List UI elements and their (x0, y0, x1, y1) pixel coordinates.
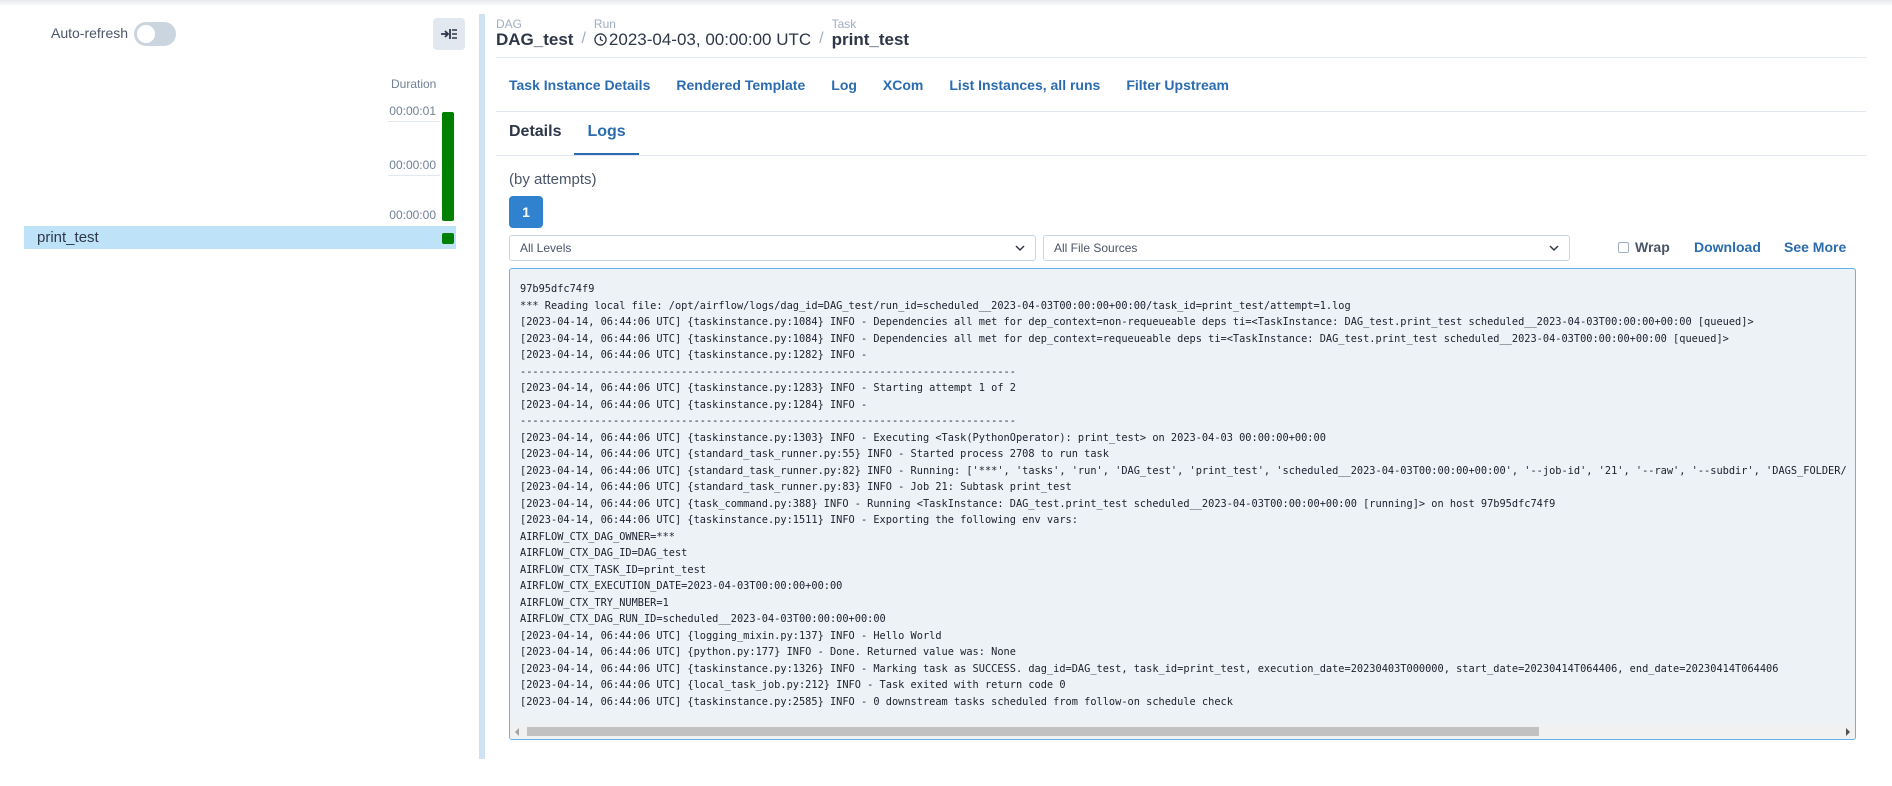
file-source-value: All File Sources (1054, 241, 1138, 255)
log-line: [2023-04-14, 06:44:06 UTC] {taskinstance… (520, 349, 874, 361)
log-line: [2023-04-14, 06:44:06 UTC] {taskinstance… (520, 662, 1779, 675)
horizontal-scrollbar[interactable] (510, 724, 1855, 739)
log-line: AIRFLOW_CTX_TASK_ID=print_test (520, 563, 706, 576)
log-line: AIRFLOW_CTX_DAG_ID=DAG_test (520, 547, 688, 559)
log-level-value: All Levels (520, 241, 572, 255)
file-source-select[interactable]: All File Sources (1043, 235, 1570, 261)
scrollbar-thumb[interactable] (527, 727, 1539, 736)
duration-gridline (388, 121, 440, 122)
collapse-details-button[interactable] (433, 18, 465, 50)
duration-tick: 00:00:00 (389, 158, 436, 172)
breadcrumb-dag[interactable]: DAG DAG_test (496, 14, 573, 50)
scroll-right-icon[interactable] (1846, 728, 1850, 736)
link-filter-upstream[interactable]: Filter Upstream (1126, 77, 1229, 93)
link-list-instances[interactable]: List Instances, all runs (949, 77, 1100, 93)
detail-tabs: Details Logs (496, 113, 639, 155)
attempt-1-button[interactable]: 1 (509, 196, 543, 228)
duration-tick: 00:00:00 (389, 208, 436, 222)
log-line: [2023-04-14, 06:44:06 UTC] {standard_tas… (520, 481, 1072, 493)
wrap-checkbox[interactable] (1618, 242, 1629, 253)
toggle-knob (137, 25, 155, 43)
collapse-arrow-icon (441, 29, 457, 39)
log-line: [2023-04-14, 06:44:06 UTC] {logging_mixi… (520, 629, 942, 642)
breadcrumb-dag-value: DAG_test (496, 30, 574, 49)
log-line: [2023-04-14, 06:44:06 UTC] {taskinstance… (520, 332, 1729, 345)
log-line: AIRFLOW_CTX_DAG_RUN_ID=scheduled__2023-0… (520, 613, 886, 625)
attempts-label: (by attempts) (509, 171, 597, 188)
grid-panel: Auto-refresh Duration 00:00:01 00:00:00 … (0, 0, 470, 760)
log-line: AIRFLOW_CTX_EXECUTION_DATE=2023-04-03T00… (520, 580, 843, 592)
scroll-left-icon[interactable] (515, 728, 519, 736)
log-line: ----------------------------------------… (520, 415, 1016, 427)
breadcrumb: DAG DAG_test / Run 2023-04-03, 00:00:00 … (496, 14, 909, 54)
log-line: *** Reading local file: /opt/airflow/log… (520, 299, 1351, 312)
duration-gridline (388, 175, 440, 176)
log-output[interactable]: 97b95dfc74f9 *** Reading local file: /opt… (509, 268, 1856, 740)
tabs-divider (496, 155, 1866, 156)
breadcrumb-separator: / (819, 30, 824, 47)
task-instance-cell[interactable] (442, 233, 454, 244)
log-line: [2023-04-14, 06:44:06 UTC] {taskinstance… (520, 514, 1078, 526)
log-line: [2023-04-14, 06:44:06 UTC] {python.py:17… (520, 646, 1016, 658)
breadcrumb-run[interactable]: Run 2023-04-03, 00:00:00 UTC (594, 14, 811, 50)
duration-tick: 00:00:01 (389, 104, 436, 118)
tab-details[interactable]: Details (496, 113, 574, 155)
download-link[interactable]: Download (1694, 239, 1761, 255)
log-line: [2023-04-14, 06:44:06 UTC] {taskinstance… (520, 695, 1233, 708)
link-xcom[interactable]: XCom (883, 77, 923, 93)
tab-logs[interactable]: Logs (574, 113, 639, 155)
log-line: [2023-04-14, 06:44:06 UTC] {taskinstance… (520, 316, 1754, 328)
wrap-label[interactable]: Wrap (1635, 239, 1670, 255)
chevron-down-icon (1549, 245, 1559, 252)
link-log[interactable]: Log (831, 77, 857, 93)
log-line: [2023-04-14, 06:44:06 UTC] {standard_tas… (520, 448, 1109, 460)
panel-resize-handle[interactable] (479, 14, 485, 759)
task-nav-links: Task Instance Details Rendered Template … (496, 77, 1242, 93)
breadcrumb-separator: / (581, 30, 586, 47)
log-line: [2023-04-14, 06:44:06 UTC] {taskinstance… (520, 398, 874, 411)
chevron-down-icon (1015, 245, 1025, 252)
duration-header: Duration (391, 77, 437, 91)
task-name-label: print_test (37, 229, 99, 246)
log-line: [2023-04-14, 06:44:06 UTC] {standard_tas… (520, 464, 1847, 477)
log-level-select[interactable]: All Levels (509, 235, 1036, 261)
log-line: [2023-04-14, 06:44:06 UTC] {local_task_j… (520, 679, 1066, 691)
run-duration-bar[interactable] (442, 112, 454, 221)
breadcrumb-dag-label: DAG (496, 17, 523, 31)
log-line: ----------------------------------------… (520, 365, 1016, 378)
see-more-link[interactable]: See More (1784, 239, 1846, 255)
log-lines: 97b95dfc74f9 *** Reading local file: /opt… (520, 281, 1847, 710)
breadcrumb-run-value: 2023-04-03, 00:00:00 UTC (608, 30, 812, 49)
task-row-print-test[interactable]: print_test (24, 226, 456, 249)
log-line: AIRFLOW_CTX_TRY_NUMBER=1 (520, 596, 669, 609)
log-line: AIRFLOW_CTX_DAG_OWNER=*** (520, 530, 675, 543)
auto-refresh-label: Auto-refresh (51, 25, 129, 41)
auto-refresh-toggle[interactable] (134, 22, 176, 46)
clock-icon (594, 33, 607, 46)
breadcrumb-task-label: Task (831, 17, 857, 31)
link-task-instance-details[interactable]: Task Instance Details (509, 77, 650, 93)
divider (496, 57, 1866, 58)
log-line: [2023-04-14, 06:44:06 UTC] {taskinstance… (520, 382, 1016, 394)
breadcrumb-run-label: Run (593, 17, 616, 31)
log-line: 97b95dfc74f9 (520, 283, 595, 295)
link-rendered-template[interactable]: Rendered Template (676, 77, 805, 93)
breadcrumb-task[interactable]: Task print_test (832, 14, 909, 50)
divider (496, 111, 1866, 112)
log-line: [2023-04-14, 06:44:06 UTC] {task_command… (520, 497, 1556, 510)
breadcrumb-task-value: print_test (831, 30, 910, 49)
log-line: [2023-04-14, 06:44:06 UTC] {taskinstance… (520, 431, 1326, 444)
